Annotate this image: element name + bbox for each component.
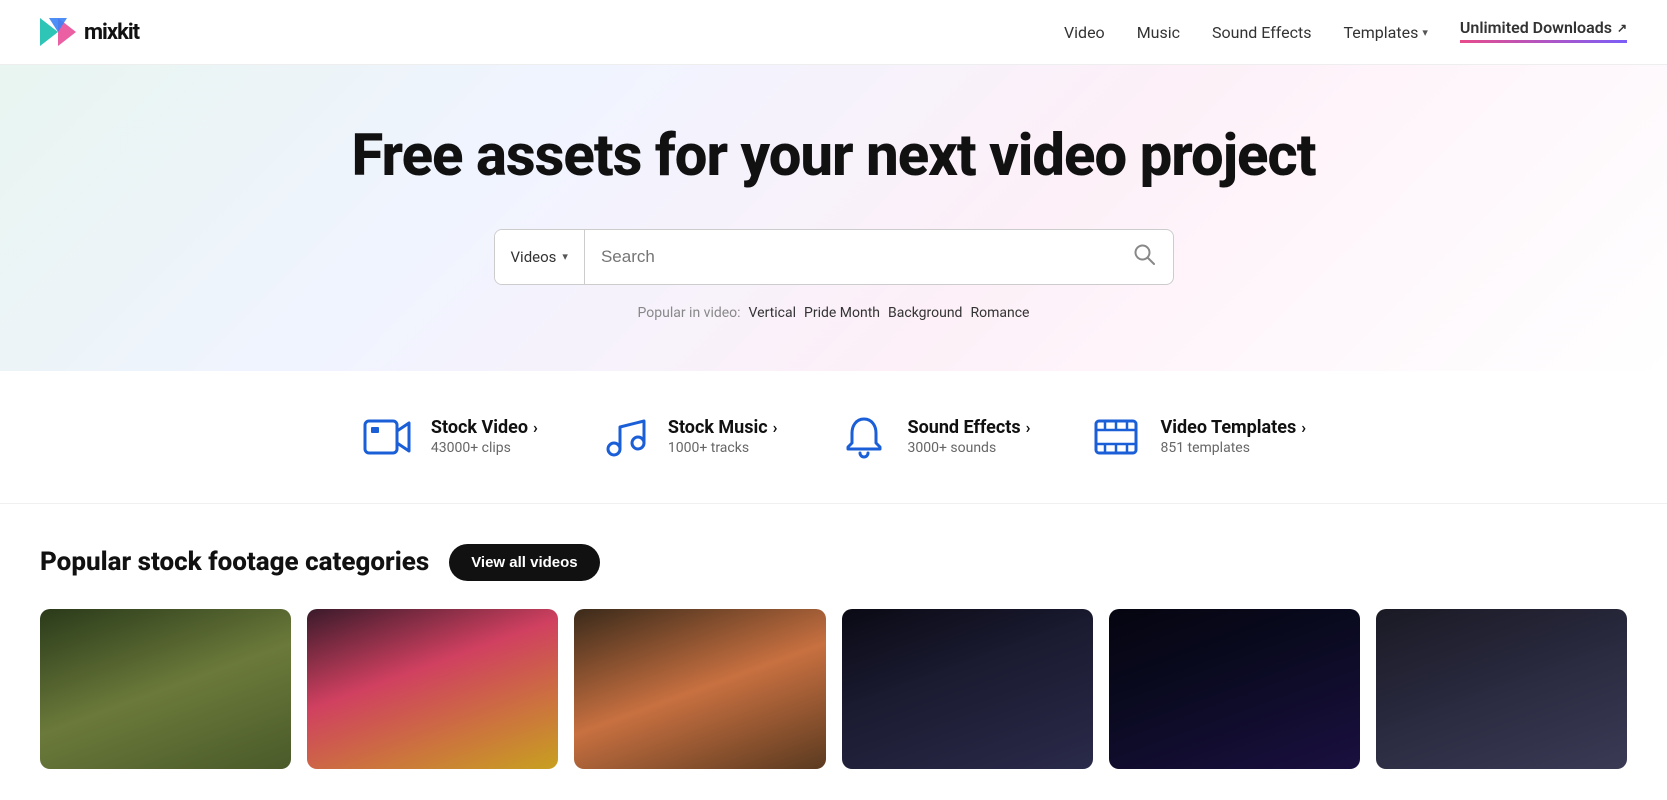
thumbnail-3[interactable] <box>574 609 825 769</box>
category-video-templates[interactable]: Video Templates › 851 templates <box>1090 411 1306 463</box>
popular-label: Popular in video: <box>638 305 741 321</box>
arrow-icon: › <box>1301 418 1306 437</box>
tag-romance[interactable]: Romance <box>970 305 1029 321</box>
thumbnail-5[interactable] <box>1109 609 1360 769</box>
thumbnails-row <box>40 609 1627 769</box>
header: mixkit Video Music Sound Effects Templat… <box>0 0 1667 65</box>
search-input[interactable] <box>585 247 1115 267</box>
search-button[interactable] <box>1115 243 1173 270</box>
category-sound-effects-info: Sound Effects › 3000+ sounds <box>908 417 1031 456</box>
hero-section: Free assets for your next video project … <box>0 65 1667 371</box>
external-link-icon: ↗ <box>1617 21 1627 35</box>
thumbnail-4[interactable] <box>842 609 1093 769</box>
tag-background[interactable]: Background <box>888 305 962 321</box>
thumbnail-2[interactable] <box>307 609 558 769</box>
thumbnail-1[interactable] <box>40 609 291 769</box>
tag-vertical[interactable]: Vertical <box>749 305 796 321</box>
search-type-dropdown[interactable]: Videos ▾ <box>495 230 585 284</box>
search-container: Videos ▾ <box>40 229 1627 285</box>
bell-icon <box>838 411 890 463</box>
category-stock-video-info: Stock Video › 43000+ clips <box>431 417 538 456</box>
music-icon <box>598 411 650 463</box>
search-icon <box>1133 243 1155 265</box>
category-sound-effects[interactable]: Sound Effects › 3000+ sounds <box>838 411 1031 463</box>
view-all-videos-button[interactable]: View all videos <box>449 544 599 581</box>
popular-section: Popular stock footage categories View al… <box>0 504 1667 789</box>
logo-text: mixkit <box>84 20 139 45</box>
thumbnail-6[interactable] <box>1376 609 1627 769</box>
category-stock-video[interactable]: Stock Video › 43000+ clips <box>361 411 538 463</box>
nav-unlimited-downloads[interactable]: Unlimited Downloads ↗ <box>1460 18 1627 46</box>
arrow-icon: › <box>773 418 778 437</box>
hero-title: Free assets for your next video project <box>40 125 1627 189</box>
video-icon <box>361 411 413 463</box>
category-stock-music-info: Stock Music › 1000+ tracks <box>668 417 778 456</box>
chevron-down-icon: ▾ <box>1422 26 1428 39</box>
logo-icon <box>40 18 76 46</box>
logo[interactable]: mixkit <box>40 18 139 46</box>
popular-section-title: Popular stock footage categories <box>40 547 429 577</box>
nav-video[interactable]: Video <box>1064 23 1105 42</box>
popular-header: Popular stock footage categories View al… <box>40 544 1627 581</box>
search-box: Videos ▾ <box>494 229 1174 285</box>
dropdown-chevron-icon: ▾ <box>562 250 568 263</box>
tag-pride-month[interactable]: Pride Month <box>804 305 880 321</box>
arrow-icon: › <box>533 418 538 437</box>
category-video-templates-info: Video Templates › 851 templates <box>1160 417 1306 456</box>
film-icon <box>1090 411 1142 463</box>
main-nav: Video Music Sound Effects Templates ▾ Un… <box>1064 18 1627 46</box>
nav-music[interactable]: Music <box>1137 23 1180 42</box>
nav-templates[interactable]: Templates ▾ <box>1344 23 1428 42</box>
popular-tags: Popular in video: Vertical Pride Month B… <box>40 305 1627 321</box>
categories-section: Stock Video › 43000+ clips Stock Music ›… <box>0 371 1667 504</box>
category-stock-music[interactable]: Stock Music › 1000+ tracks <box>598 411 778 463</box>
arrow-icon: › <box>1026 418 1031 437</box>
nav-sound-effects[interactable]: Sound Effects <box>1212 23 1312 42</box>
search-type-label: Videos <box>511 248 557 266</box>
